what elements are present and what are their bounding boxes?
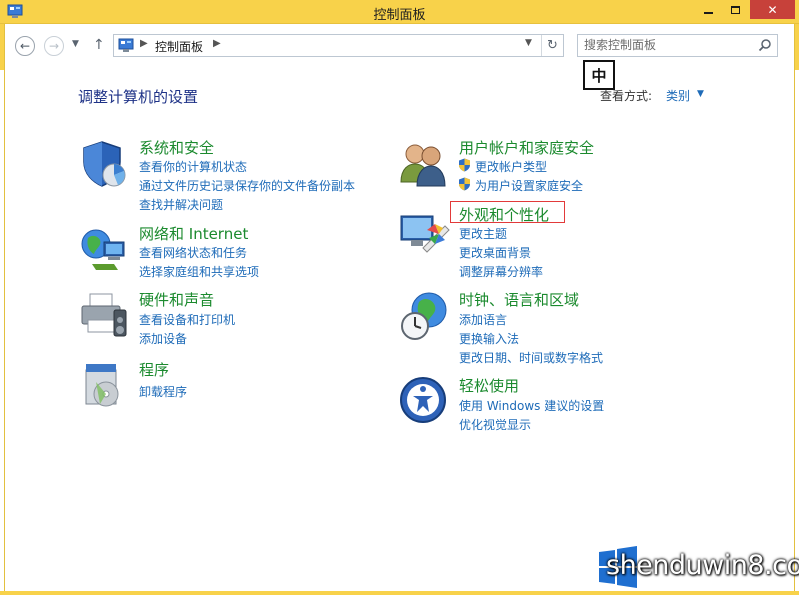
highlight-annotation	[450, 201, 565, 223]
uac-shield-icon	[459, 177, 470, 191]
link-optimize-visual-display[interactable]: 优化视觉显示	[459, 416, 531, 433]
link-uninstall-program[interactable]: 卸载程序	[139, 383, 187, 400]
clock-globe-icon[interactable]	[399, 290, 451, 342]
link-adjust-resolution[interactable]: 调整屏幕分辨率	[459, 263, 543, 280]
category-ease-of-access[interactable]: 轻松使用	[459, 375, 519, 396]
recent-locations-button[interactable]: ▼	[72, 39, 79, 49]
breadcrumb-chevron-icon[interactable]: ▶	[140, 38, 148, 49]
link-file-history-backup[interactable]: 通过文件历史记录保存你的文件备份副本	[139, 177, 355, 194]
watermark-text: shenduwin8.com	[606, 550, 799, 581]
link-network-status[interactable]: 查看网络状态和任务	[139, 244, 247, 261]
back-button[interactable]: ←	[15, 36, 35, 56]
link-view-computer-status[interactable]: 查看你的计算机状态	[139, 158, 247, 175]
back-arrow-icon: ←	[19, 39, 31, 53]
users-icon[interactable]	[399, 138, 451, 190]
link-troubleshoot[interactable]: 查找并解决问题	[139, 196, 223, 213]
forward-button[interactable]: →	[44, 36, 64, 56]
category-network-internet[interactable]: 网络和 Internet	[139, 223, 248, 244]
chevron-down-icon[interactable]: ▼	[697, 89, 704, 99]
category-system-security[interactable]: 系统和安全	[139, 137, 214, 158]
maximize-button[interactable]	[722, 0, 749, 19]
ime-indicator[interactable]: 中	[583, 60, 615, 90]
view-by-label: 查看方式:	[600, 89, 653, 103]
link-change-desktop-background[interactable]: 更改桌面背景	[459, 244, 531, 261]
category-hardware-sound[interactable]: 硬件和声音	[139, 289, 214, 310]
view-by-dropdown[interactable]: 类别	[666, 87, 690, 104]
breadcrumb-control-panel[interactable]: 控制面板	[155, 38, 203, 55]
link-change-date-time-format[interactable]: 更改日期、时间或数字格式	[459, 349, 603, 366]
refresh-button[interactable]: ↻	[541, 35, 563, 56]
search-box[interactable]	[577, 34, 778, 57]
minimize-icon	[704, 11, 713, 14]
link-change-account-type[interactable]: 更改帐户类型	[475, 158, 547, 175]
search-input[interactable]	[584, 38, 754, 52]
category-user-accounts[interactable]: 用户帐户和家庭安全	[459, 137, 594, 158]
category-programs[interactable]: 程序	[139, 359, 169, 380]
programs-icon[interactable]	[78, 360, 130, 412]
minimize-button[interactable]	[695, 0, 722, 19]
link-devices-printers[interactable]: 查看设备和打印机	[139, 311, 235, 328]
ease-of-access-icon[interactable]	[399, 376, 451, 428]
network-globe-icon[interactable]	[78, 224, 130, 276]
address-history-dropdown[interactable]: ▼	[525, 38, 532, 48]
maximize-icon	[731, 5, 740, 14]
up-button[interactable]: ↑	[93, 37, 105, 53]
printer-icon[interactable]	[78, 290, 130, 342]
forward-arrow-icon: →	[48, 39, 60, 53]
search-icon[interactable]	[758, 38, 772, 52]
address-bar[interactable]: ▶ 控制面板 ▶ ▼ ↻	[113, 34, 564, 57]
category-clock-language-region[interactable]: 时钟、语言和区域	[459, 289, 579, 310]
breadcrumb-chevron-icon[interactable]: ▶	[213, 38, 221, 49]
shield-icon[interactable]	[78, 138, 130, 190]
close-icon: ✕	[767, 2, 778, 17]
link-homegroup-sharing[interactable]: 选择家庭组和共享选项	[139, 263, 259, 280]
window-bottom-border	[0, 591, 799, 595]
link-add-device[interactable]: 添加设备	[139, 330, 187, 347]
link-add-language[interactable]: 添加语言	[459, 311, 507, 328]
window-title: 控制面板	[373, 8, 426, 23]
link-recommended-settings[interactable]: 使用 Windows 建议的设置	[459, 397, 604, 414]
link-change-input-method[interactable]: 更换输入法	[459, 330, 519, 347]
control-panel-icon	[118, 38, 134, 52]
appearance-icon[interactable]	[399, 210, 451, 262]
page-title: 调整计算机的设置	[78, 88, 199, 106]
link-family-safety[interactable]: 为用户设置家庭安全	[475, 177, 583, 194]
link-change-theme[interactable]: 更改主题	[459, 225, 507, 242]
close-button[interactable]: ✕	[750, 0, 795, 19]
uac-shield-icon	[459, 158, 470, 172]
